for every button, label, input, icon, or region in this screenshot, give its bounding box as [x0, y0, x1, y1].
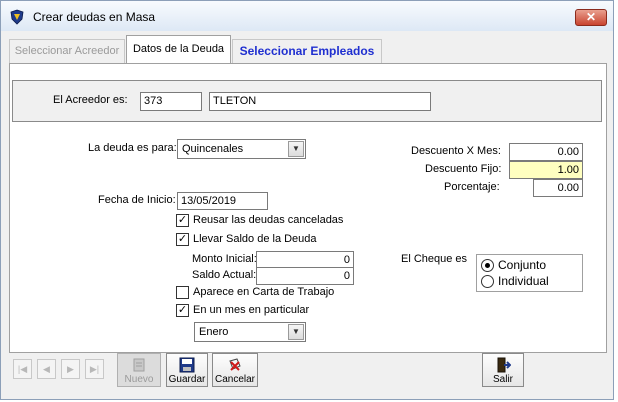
salir-button[interactable]: Salir — [482, 353, 524, 387]
prev-record-button[interactable]: ◀ — [37, 359, 56, 379]
monto-inicial-label: Monto Inicial: — [192, 253, 257, 265]
tab-seleccionar-empleados[interactable]: Seleccionar Empleados — [232, 39, 382, 63]
window-title: Crear deudas en Masa — [33, 10, 156, 24]
saldo-actual-field[interactable]: 0 — [256, 267, 354, 285]
tab-seleccionar-acreedor[interactable]: Seleccionar Acreedor — [9, 39, 125, 63]
descuento-mes-label: Descuento X Mes: — [411, 145, 501, 157]
guardar-label: Guardar — [168, 374, 206, 385]
porcentaje-label: Porcentaje: — [444, 181, 500, 193]
fecha-inicio-label: Fecha de Inicio: — [98, 194, 176, 206]
last-record-button[interactable]: ▶| — [85, 359, 104, 379]
saldo-actual-label: Saldo Actual: — [192, 269, 257, 281]
cancel-icon — [229, 358, 241, 371]
deuda-para-select[interactable]: Quincenales ▼ — [177, 139, 306, 159]
deuda-para-value: Quincenales — [182, 143, 244, 155]
mes-value: Enero — [199, 326, 229, 338]
deuda-para-label: La deuda es para: — [88, 142, 177, 154]
tab-datos-de-la-deuda[interactable]: Datos de la Deuda — [126, 35, 231, 64]
app-shield-icon — [10, 9, 24, 25]
cheque-label: El Cheque es — [401, 253, 468, 265]
right-edge — [614, 0, 618, 402]
mes-select[interactable]: Enero ▼ — [194, 322, 306, 342]
llevar-saldo-checkbox[interactable]: ✓ Llevar Saldo de la Deuda — [176, 232, 356, 248]
first-record-button[interactable]: |◀ — [13, 359, 32, 379]
radio-individual-label: Individual — [498, 274, 549, 288]
title-bar[interactable]: Crear deudas en Masa ✕ — [1, 1, 613, 31]
mes-particular-checkbox[interactable]: ✓ En un mes en particular — [176, 303, 356, 319]
mes-particular-label: En un mes en particular — [193, 304, 310, 316]
chevron-down-icon[interactable]: ▼ — [288, 141, 304, 157]
guardar-button[interactable]: Guardar — [166, 353, 208, 387]
nuevo-button[interactable]: Nuevo — [117, 353, 161, 387]
acreedor-label: El Acreedor es: — [53, 94, 128, 106]
descuento-fijo-field[interactable]: 1.00 — [509, 161, 583, 179]
radio-conjunto-label: Conjunto — [498, 258, 547, 272]
tab-panel-datos: El Acreedor es: 373 TLETON La deuda es p… — [9, 63, 607, 353]
carta-trabajo-checkbox[interactable]: Aparece en Carta de Trabajo — [176, 285, 356, 301]
carta-trabajo-label: Aparece en Carta de Trabajo — [193, 286, 335, 298]
save-disk-icon — [179, 357, 195, 373]
llevar-saldo-label: Llevar Saldo de la Deuda — [193, 233, 317, 245]
exit-door-icon — [497, 357, 511, 373]
cancelar-button[interactable]: Cancelar — [212, 353, 258, 387]
chevron-down-icon[interactable]: ▼ — [288, 324, 304, 340]
next-record-button[interactable]: ▶ — [61, 359, 80, 379]
porcentaje-field[interactable]: 0.00 — [533, 179, 583, 197]
acreedor-name-field[interactable]: TLETON — [209, 92, 431, 111]
close-button[interactable]: ✕ — [575, 9, 607, 26]
check-icon: ✓ — [176, 214, 189, 227]
descuento-mes-field[interactable]: 0.00 — [509, 143, 583, 161]
tab-strip: Seleccionar Acreedor Datos de la Deuda S… — [1, 31, 613, 64]
descuento-fijo-label: Descuento Fijo: — [425, 163, 502, 175]
radio-selected-icon — [481, 259, 494, 272]
fecha-inicio-field[interactable]: 13/05/2019 — [177, 192, 268, 210]
nuevo-label: Nuevo — [124, 374, 154, 385]
salir-label: Salir — [492, 374, 513, 385]
cancelar-label: Cancelar — [214, 374, 256, 385]
radio-unselected-icon — [481, 275, 494, 288]
new-document-icon — [133, 358, 145, 372]
cheque-radio-group: Conjunto Individual — [476, 254, 583, 292]
reusar-checkbox[interactable]: ✓ Reusar las deudas canceladas — [176, 213, 356, 229]
checkbox-empty-icon — [176, 286, 189, 299]
acreedor-code-field[interactable]: 373 — [140, 92, 202, 111]
main-window: Crear deudas en Masa ✕ Seleccionar Acree… — [0, 0, 614, 400]
check-icon: ✓ — [176, 233, 189, 246]
check-icon: ✓ — [176, 304, 189, 317]
acreedor-group: El Acreedor es: 373 TLETON — [12, 80, 602, 122]
reusar-label: Reusar las deudas canceladas — [193, 214, 344, 226]
